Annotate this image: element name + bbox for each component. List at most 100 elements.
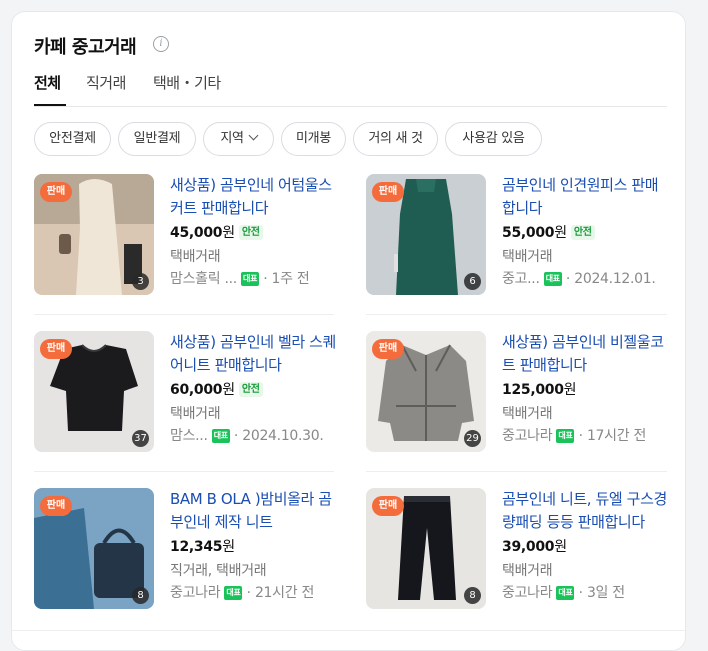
product-thumbnail[interactable]: 판매 29 — [366, 331, 486, 452]
product-thumbnail[interactable]: 판매 37 — [34, 331, 154, 452]
product-price: 39,000원 — [502, 536, 567, 556]
product-thumbnail[interactable]: 판매 8 — [34, 488, 154, 609]
tab-delivery-etc[interactable]: 택배・기타 — [153, 72, 221, 93]
trade-method: 택배거래 — [502, 249, 553, 265]
divider — [366, 471, 667, 472]
filter-label: 지역 — [220, 131, 244, 146]
trade-method: 택배거래 — [170, 406, 221, 422]
product-meta: 중고... 대표 · 2024.12.01. — [502, 271, 656, 287]
sale-badge: 판매 — [40, 339, 72, 359]
sale-badge: 판매 — [40, 182, 72, 202]
product-price: 60,000원 안전 — [170, 379, 263, 399]
filter-label: 사용감 있음 — [462, 131, 525, 146]
currency-label: 원 — [222, 539, 235, 555]
representative-badge: 대표 — [556, 586, 575, 600]
tab-bar: 전체 직거래 택배・기타 — [34, 72, 667, 107]
info-icon[interactable]: i — [153, 36, 169, 52]
photo-count: 6 — [464, 273, 481, 290]
product-meta: 맘스... 대표 · 2024.10.30. — [170, 428, 324, 444]
product-price: 45,000원 안전 — [170, 222, 263, 242]
posted-time: 1주 전 — [271, 271, 310, 287]
product-title[interactable]: 곰부인네 인견원피스 판매합니다 — [502, 174, 670, 220]
trade-method: 택배거래 — [170, 249, 221, 265]
cafe-name[interactable]: 맘스홀릭 ... — [170, 271, 237, 287]
product-item[interactable]: 판매 37 새상품) 곰부인네 벨라 스퀘어니트 판매합니다 60,000원 안전… — [34, 331, 336, 456]
product-meta: 맘스홀릭 ... 대표 · 1주 전 — [170, 271, 310, 287]
safe-payment-badge: 안전 — [238, 225, 263, 240]
photo-count: 8 — [464, 587, 481, 604]
safe-payment-badge: 안전 — [570, 225, 595, 240]
trade-method: 택배거래 — [502, 563, 553, 579]
divider — [12, 630, 685, 631]
posted-time: 2024.12.01. — [574, 271, 656, 287]
price-value: 125,000 — [502, 382, 564, 398]
product-item[interactable]: 판매 6 곰부인네 인견원피스 판매합니다 55,000원 안전 택배거래 중고.… — [366, 174, 666, 299]
currency-label: 원 — [563, 382, 577, 398]
currency-label: 원 — [554, 225, 567, 241]
divider — [34, 471, 334, 472]
posted-time: 21시간 전 — [254, 585, 315, 601]
product-title[interactable]: 곰부인네 니트, 듀엘 구스경량패딩 등등 판매합니다 — [502, 488, 670, 534]
product-meta: 중고나라 대표 · 3일 전 — [502, 585, 625, 601]
sale-badge: 판매 — [372, 496, 404, 516]
product-meta: 중고나라 대표 · 17시간 전 — [502, 428, 647, 444]
filter-used[interactable]: 사용감 있음 — [445, 122, 542, 156]
filter-label: 거의 새 것 — [368, 131, 423, 146]
active-tab-indicator — [34, 104, 66, 106]
trade-method: 택배거래 — [502, 406, 553, 422]
filter-label: 미개봉 — [296, 131, 331, 146]
representative-badge: 대표 — [556, 429, 575, 443]
product-thumbnail[interactable]: 판매 6 — [366, 174, 486, 295]
representative-badge: 대표 — [241, 272, 260, 286]
safe-payment-badge: 안전 — [238, 382, 263, 397]
cafe-name[interactable]: 맘스... — [170, 428, 208, 444]
currency-label: 원 — [222, 225, 235, 241]
product-title[interactable]: BAM B OLA )밤비올라 곰부인네 제작 니트 — [170, 488, 338, 534]
price-value: 60,000 — [170, 382, 223, 398]
representative-badge: 대표 — [211, 429, 230, 443]
currency-label: 원 — [554, 539, 567, 555]
cafe-market-card: 카페 중고거래 i 전체 직거래 택배・기타 안전결제 일반결제 지역 미개봉 … — [11, 11, 686, 651]
divider — [34, 314, 334, 315]
price-value: 12,345 — [170, 539, 223, 555]
product-item[interactable]: 판매 3 새상품) 곰부인네 어텀울스커트 판매합니다 45,000원 안전 택배… — [34, 174, 334, 299]
product-meta: 중고나라 대표 · 21시간 전 — [170, 585, 315, 601]
filter-region[interactable]: 지역 — [203, 122, 274, 156]
product-thumbnail[interactable]: 판매 3 — [34, 174, 154, 295]
cafe-name[interactable]: 중고나라 — [170, 585, 221, 601]
photo-count: 37 — [132, 430, 149, 447]
tab-all[interactable]: 전체 — [34, 72, 61, 93]
product-price: 55,000원 안전 — [502, 222, 595, 242]
product-price: 125,000원 — [502, 379, 577, 399]
photo-count: 3 — [132, 273, 149, 290]
product-title[interactable]: 새상품) 곰부인네 벨라 스퀘어니트 판매합니다 — [170, 331, 338, 377]
product-item[interactable]: 판매 29 새상품) 곰부인네 비젤울코트 판매합니다 125,000원 택배거… — [366, 331, 666, 456]
representative-badge: 대표 — [543, 272, 562, 286]
posted-time: 17시간 전 — [586, 428, 647, 444]
filter-label: 안전결제 — [49, 131, 96, 146]
product-title[interactable]: 새상품) 곰부인네 비젤울코트 판매합니다 — [502, 331, 670, 377]
price-value: 55,000 — [502, 225, 555, 241]
filter-label: 일반결제 — [133, 131, 181, 146]
cafe-name[interactable]: 중고나라 — [502, 585, 553, 601]
photo-count: 29 — [464, 430, 481, 447]
filter-unopened[interactable]: 미개봉 — [281, 122, 346, 156]
product-thumbnail[interactable]: 판매 8 — [366, 488, 486, 609]
filter-general-payment[interactable]: 일반결제 — [118, 122, 196, 156]
posted-time: 2024.10.30. — [242, 428, 324, 444]
section-title: 카페 중고거래 — [34, 37, 137, 58]
filter-safe-payment[interactable]: 안전결제 — [34, 122, 111, 156]
product-item[interactable]: 판매 8 BAM B OLA )밤비올라 곰부인네 제작 니트 12,345원 … — [34, 488, 334, 613]
currency-label: 원 — [222, 382, 235, 398]
photo-count: 8 — [132, 587, 149, 604]
product-title[interactable]: 새상품) 곰부인네 어텀울스커트 판매합니다 — [170, 174, 338, 220]
cafe-name[interactable]: 중고... — [502, 271, 540, 287]
price-value: 39,000 — [502, 539, 555, 555]
sale-badge: 판매 — [372, 182, 404, 202]
cafe-name[interactable]: 중고나라 — [502, 428, 553, 444]
trade-method: 직거래, 택배거래 — [170, 563, 267, 579]
filter-like-new[interactable]: 거의 새 것 — [353, 122, 438, 156]
product-price: 12,345원 — [170, 536, 235, 556]
product-item[interactable]: 판매 8 곰부인네 니트, 듀엘 구스경량패딩 등등 판매합니다 39,000원… — [366, 488, 667, 613]
tab-direct[interactable]: 직거래 — [86, 72, 126, 93]
